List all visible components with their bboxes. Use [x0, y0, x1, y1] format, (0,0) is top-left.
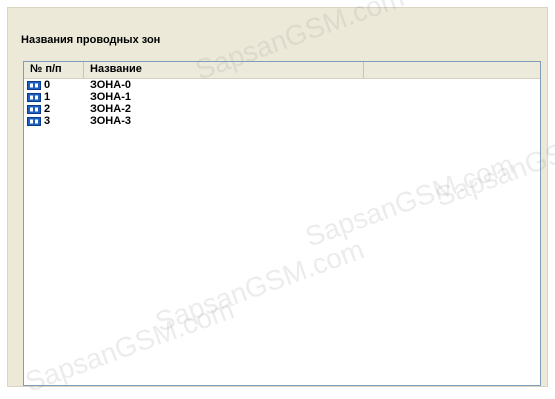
list-rows: 0 ЗОНА-0 1 ЗОНА-1 2 ЗОНА-2 3 ЗОНА-3: [24, 79, 540, 127]
zone-icon: [27, 116, 41, 126]
zone-number: 0: [44, 79, 51, 91]
list-item[interactable]: 3 ЗОНА-3: [24, 115, 540, 127]
zone-name: ЗОНА-1: [90, 91, 131, 103]
settings-panel: Названия проводных зон № п/п Название 0 З…: [7, 7, 548, 387]
zone-icon: [27, 80, 41, 90]
column-header-name[interactable]: Название: [84, 62, 364, 78]
zone-number: 1: [44, 91, 51, 103]
zone-name: ЗОНА-0: [90, 79, 131, 91]
zone-name: ЗОНА-3: [90, 115, 131, 127]
list-item[interactable]: 2 ЗОНА-2: [24, 103, 540, 115]
zone-number: 2: [44, 103, 51, 115]
zone-icon: [27, 92, 41, 102]
list-item[interactable]: 0 ЗОНА-0: [24, 79, 540, 91]
list-header: № п/п Название: [24, 62, 540, 79]
zone-icon: [27, 104, 41, 114]
zone-number-cell: 2: [24, 103, 84, 115]
group-title: Названия проводных зон: [21, 34, 161, 46]
list-item[interactable]: 1 ЗОНА-1: [24, 91, 540, 103]
zone-name: ЗОНА-2: [90, 103, 131, 115]
zone-number-cell: 0: [24, 79, 84, 91]
zone-number-cell: 3: [24, 115, 84, 127]
zones-list[interactable]: № п/п Название 0 ЗОНА-0 1 ЗОНА-1 2 ЗОНА-2 3 ЗОН…: [23, 61, 541, 386]
zone-number-cell: 1: [24, 91, 84, 103]
column-header-empty[interactable]: [364, 62, 540, 78]
column-header-number[interactable]: № п/п: [24, 62, 84, 78]
zone-number: 3: [44, 115, 51, 127]
